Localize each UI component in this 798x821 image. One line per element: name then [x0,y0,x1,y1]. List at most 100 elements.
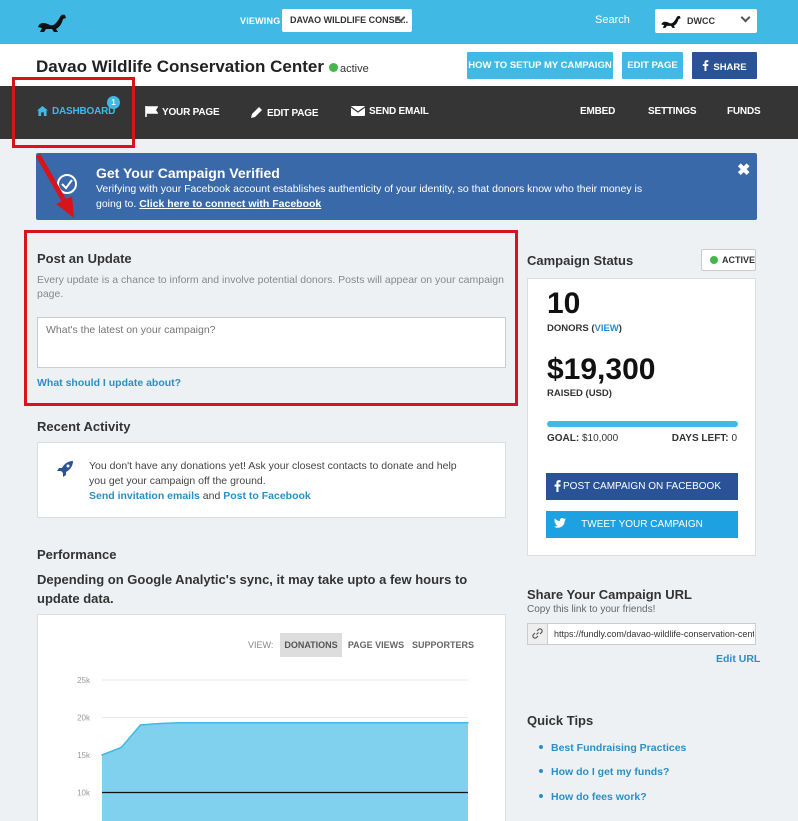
twitter-icon [554,518,566,528]
tip-link[interactable]: How do I get my funds? [539,766,669,778]
data-point [120,746,123,749]
data-point [255,721,257,724]
ferret-logo-icon[interactable] [36,11,68,33]
quick-tips-title: Quick Tips [527,713,594,728]
setup-campaign-button[interactable]: HOW TO SETUP MY CAMPAIGN [467,52,613,79]
data-point [351,721,354,724]
tab-funds[interactable]: FUNDS [727,106,761,117]
donors-label-text: DONORS ( [547,323,595,334]
facebook-icon [703,60,709,71]
post-facebook-link[interactable]: Post to Facebook [223,490,311,502]
data-point [428,721,431,724]
data-point [409,721,412,724]
viewing-label: VIEWING [240,16,281,26]
status-text: active [339,63,369,75]
data-point [293,721,296,724]
tab-your-page-label: YOUR PAGE [162,107,220,118]
tab-supporters[interactable]: SUPPORTERS [411,633,475,657]
tab-embed[interactable]: EMBED [580,106,615,117]
rocket-icon [57,461,73,477]
campaign-select-value: DAVAO WILDLIFE CONSE... [290,15,409,25]
org-name: Davao Wildlife Conservation Center [36,57,324,76]
org-select-value: DWCC [687,16,715,26]
status-badge-label: ACTIVE [722,255,756,265]
days-left-info: DAYS LEFT: 0 [672,433,737,444]
tab-page-views[interactable]: PAGE VIEWS [347,633,405,657]
tab-donations[interactable]: DONATIONS [280,633,342,657]
data-point [332,721,334,724]
data-point [370,721,373,724]
data-point [447,721,450,724]
tab-settings[interactable]: SETTINGS [648,106,697,117]
data-point [216,721,219,724]
share-url-title: Share Your Campaign URL [527,587,692,602]
org-select[interactable]: DWCC [655,9,757,33]
y-tick-label: 20k [77,714,91,723]
update-ideas-link[interactable]: What should I update about? [37,377,181,389]
tab-your-page[interactable]: YOUR PAGE [145,106,220,118]
data-point [178,721,180,724]
search-link[interactable]: Search [595,14,630,26]
data-point [467,721,469,724]
flag-icon [145,106,159,117]
goal-value: $10,000 [582,433,619,444]
donors-label-close: ) [618,323,622,334]
days-left-value: 0 [731,433,737,444]
red-arrow-annotation [35,153,74,218]
campaign-status-title: Campaign Status [527,253,634,268]
campaign-select[interactable]: DAVAO WILDLIFE CONSE... [282,9,412,32]
share-button-label: SHARE [713,62,747,73]
data-point [390,721,392,724]
status-dot-icon [710,256,718,264]
post-facebook-button[interactable]: POST CAMPAIGN ON FACEBOOK [546,473,738,500]
raised-amount: $19,300 [547,353,656,386]
and-text: and [202,490,221,502]
donations-chart: 25k 20k 15k 10k [77,676,469,821]
data-point [158,722,161,725]
verify-banner: Get Your Campaign Verified Verifying wit… [36,153,757,220]
raised-label: RAISED (USD) [547,388,612,399]
tab-send-email-label: SEND EMAIL [369,106,429,117]
view-donors-link[interactable]: VIEW [595,323,619,334]
highlight-box-dashboard [12,77,135,148]
status-badge: ACTIVE [701,249,756,271]
facebook-icon [554,480,561,492]
tab-send-email[interactable]: SEND EMAIL [350,106,429,117]
tip-link[interactable]: Best Fundraising Practices [539,742,686,754]
banner-text: Verifying with your Facebook account est… [96,182,656,212]
funding-progress-bar [547,421,738,427]
ferret-logo-icon [661,15,681,28]
view-label: VIEW: [248,640,274,650]
donors-label: DONORS (VIEW) [547,323,622,334]
tab-edit-page-label: EDIT PAGE [267,108,319,119]
campaign-url-field[interactable]: https://fundly.com/davao-wildlife-conser… [527,623,756,645]
tweet-campaign-button[interactable]: TWEET YOUR CAMPAIGN [546,511,738,538]
campaign-url-value: https://fundly.com/davao-wildlife-conser… [554,629,754,639]
share-url-subtitle: Copy this link to your friends! [527,604,656,615]
envelope-icon [350,106,366,116]
send-invitations-link[interactable]: Send invitation emails [89,490,200,502]
close-icon[interactable]: ✖ [737,160,750,180]
y-tick-label: 25k [77,676,91,685]
tab-edit-page[interactable]: EDIT PAGE [251,106,319,119]
data-point [313,721,315,724]
share-button[interactable]: SHARE [692,52,757,79]
connect-facebook-link[interactable]: Click here to connect with Facebook [139,198,321,210]
series-area [102,722,468,821]
data-point [236,721,238,724]
donors-count: 10 [547,287,581,320]
post-update-input[interactable] [37,317,506,368]
goal-info: GOAL: $10,000 [547,433,618,444]
tip-link[interactable]: How do fees work? [539,791,647,803]
link-icon [528,624,548,644]
y-tick-label: 10k [77,789,91,798]
edit-url-link[interactable]: Edit URL [716,653,760,665]
post-update-title: Post an Update [37,251,132,266]
chevron-down-icon [740,12,751,23]
performance-chart-box: VIEW: DONATIONS PAGE VIEWS SUPPORTERS 25… [37,614,506,821]
data-point [197,721,200,724]
top-bar: VIEWING DAVAO WILDLIFE CONSE... Search D… [0,0,798,44]
performance-title: Performance [37,547,117,562]
days-left-label: DAYS LEFT: [671,433,729,444]
edit-page-button[interactable]: EDIT PAGE [622,52,683,79]
